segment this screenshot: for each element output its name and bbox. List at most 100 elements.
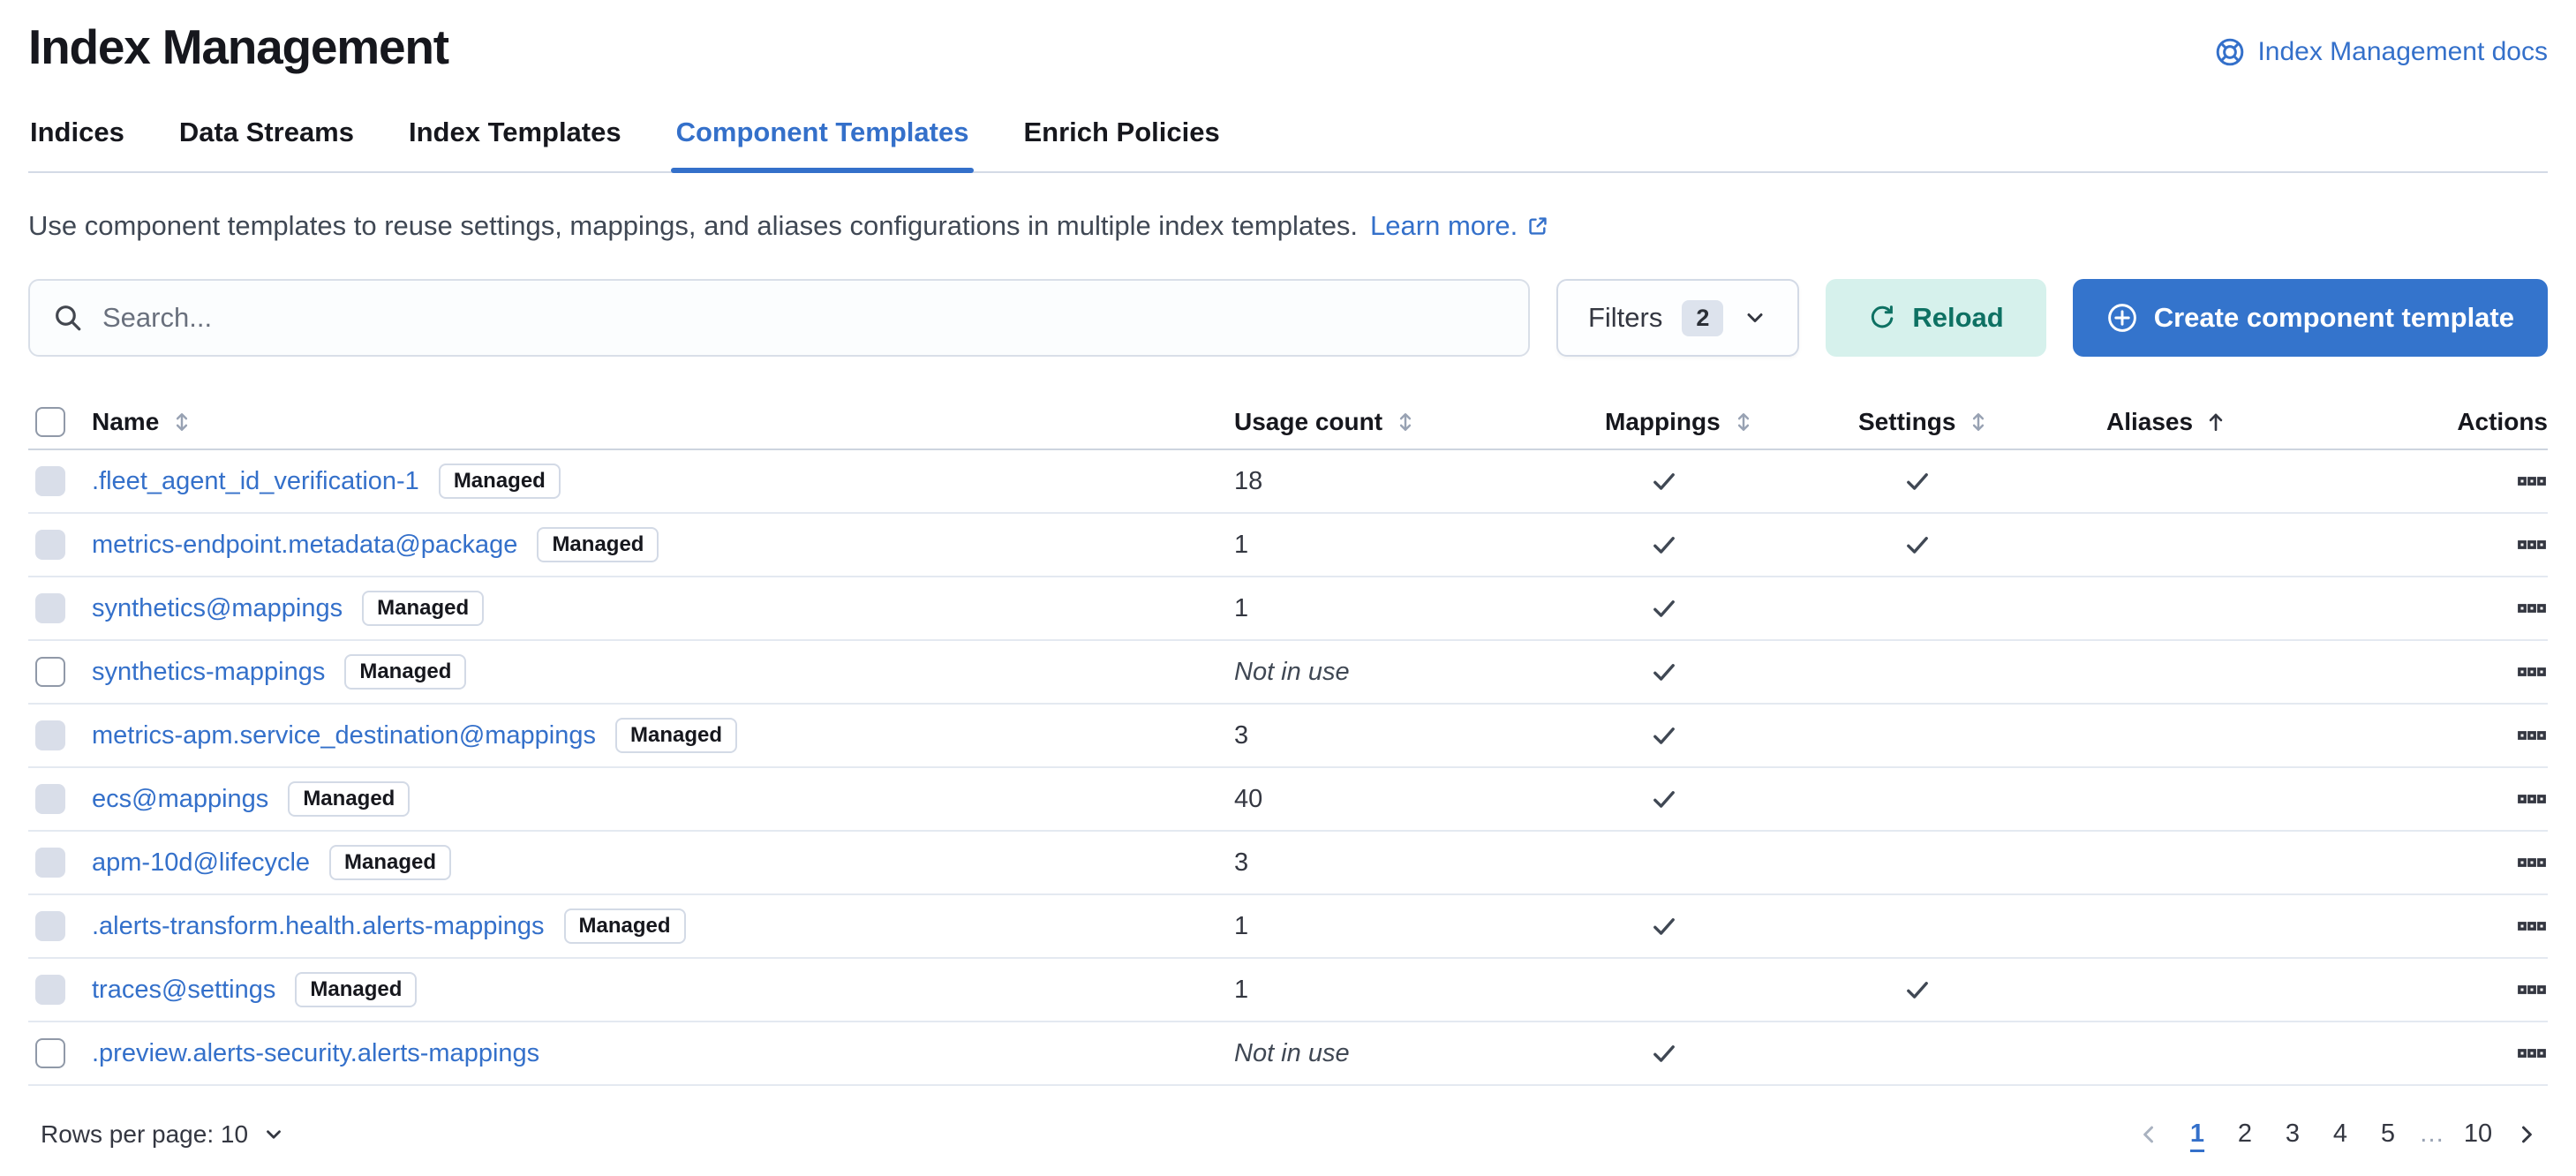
tab-component-templates[interactable]: Component Templates	[674, 101, 971, 171]
row-actions-button[interactable]	[2518, 594, 2546, 622]
column-label: Settings	[1858, 408, 1955, 436]
check-icon	[1902, 530, 1932, 560]
tab-enrich-policies[interactable]: Enrich Policies	[1021, 101, 1221, 171]
row-actions-button[interactable]	[2518, 658, 2546, 686]
reload-label: Reload	[1912, 302, 2003, 334]
template-name-link[interactable]: synthetics@mappings	[92, 594, 343, 623]
tab-data-streams[interactable]: Data Streams	[177, 101, 356, 171]
row-actions-button[interactable]	[2518, 721, 2546, 750]
rows-per-page-label: Rows per page: 10	[41, 1120, 248, 1149]
template-name-link[interactable]: metrics-apm.service_destination@mappings	[92, 721, 596, 750]
column-label: Usage count	[1234, 408, 1382, 436]
page-button-3[interactable]: 3	[2272, 1112, 2313, 1156]
row-actions-button[interactable]	[2518, 1039, 2546, 1067]
managed-badge: Managed	[439, 464, 561, 499]
row-actions-button[interactable]	[2518, 531, 2546, 559]
settings-cell	[1858, 975, 2106, 1005]
row-checkbox	[35, 530, 65, 560]
check-icon	[1649, 911, 1679, 941]
learn-more-link[interactable]: Learn more.	[1370, 210, 1549, 242]
filters-button[interactable]: Filters 2	[1556, 279, 1799, 357]
learn-more-label: Learn more.	[1370, 210, 1518, 242]
select-all-checkbox[interactable]	[35, 407, 65, 437]
tab-index-templates[interactable]: Index Templates	[407, 101, 623, 171]
page-title: Index Management	[28, 18, 448, 76]
next-page-chevron-icon[interactable]	[2505, 1117, 2548, 1152]
chevron-down-icon	[262, 1123, 285, 1146]
pagination: 12345…10	[2128, 1112, 2548, 1156]
mappings-cell	[1605, 720, 1858, 750]
page-button-1[interactable]: 1	[2177, 1112, 2218, 1156]
row-actions-button[interactable]	[2518, 912, 2546, 940]
template-name-link[interactable]: .fleet_agent_id_verification-1	[92, 467, 419, 496]
page-button-4[interactable]: 4	[2320, 1112, 2361, 1156]
usage-count-value: 1	[1234, 531, 1248, 559]
template-name-link[interactable]: metrics-endpoint.metadata@package	[92, 531, 517, 560]
page-button-10[interactable]: 10	[2458, 1112, 2498, 1156]
sort-ascending-icon	[2203, 410, 2228, 434]
page-description: Use component templates to reuse setting…	[28, 210, 2548, 242]
mappings-cell	[1605, 911, 1858, 941]
column-header-settings[interactable]: Settings	[1858, 408, 2106, 436]
row-actions-button[interactable]	[2518, 976, 2546, 1004]
column-header-aliases[interactable]: Aliases	[2106, 408, 2331, 436]
reload-button[interactable]: Reload	[1826, 279, 2045, 357]
docs-link[interactable]: Index Management docs	[2215, 37, 2548, 67]
boxes-horizontal-icon	[2518, 848, 2546, 877]
column-header-mappings[interactable]: Mappings	[1605, 408, 1858, 436]
managed-badge: Managed	[564, 908, 686, 944]
template-name-link[interactable]: traces@settings	[92, 976, 275, 1005]
usage-count-value: 1	[1234, 912, 1248, 940]
usage-count-value: Not in use	[1234, 1039, 1350, 1067]
refresh-icon	[1868, 304, 1896, 332]
column-header-usage-count[interactable]: Usage count	[1234, 408, 1605, 436]
table-row: metrics-endpoint.metadata@package Manage…	[28, 514, 2548, 577]
boxes-horizontal-icon	[2518, 976, 2546, 1004]
template-name-link[interactable]: ecs@mappings	[92, 785, 268, 814]
check-icon	[1902, 975, 1932, 1005]
boxes-horizontal-icon	[2518, 658, 2546, 686]
usage-count-value: 1	[1234, 594, 1248, 622]
check-icon	[1649, 593, 1679, 623]
boxes-horizontal-icon	[2518, 785, 2546, 813]
template-name-link[interactable]: .preview.alerts-security.alerts-mappings	[92, 1039, 539, 1068]
table-row: ecs@mappings Managed 40	[28, 768, 2548, 832]
boxes-horizontal-icon	[2518, 1039, 2546, 1067]
sort-updown-icon	[169, 410, 194, 434]
page-button-5[interactable]: 5	[2368, 1112, 2408, 1156]
check-icon	[1649, 466, 1679, 496]
column-header-name[interactable]: Name	[92, 408, 1234, 436]
filters-label: Filters	[1588, 302, 1662, 334]
column-label: Actions	[2457, 408, 2548, 436]
template-name-link[interactable]: .alerts-transform.health.alerts-mappings	[92, 912, 545, 941]
mappings-cell	[1605, 466, 1858, 496]
search-icon	[53, 303, 83, 333]
row-checkbox[interactable]	[35, 1038, 65, 1068]
column-label: Name	[92, 408, 159, 436]
table-row: .alerts-transform.health.alerts-mappings…	[28, 895, 2548, 959]
search-input[interactable]	[102, 302, 1505, 334]
rows-per-page-selector[interactable]: Rows per page: 10	[41, 1120, 285, 1149]
page-button-2[interactable]: 2	[2225, 1112, 2265, 1156]
column-label: Aliases	[2106, 408, 2193, 436]
row-checkbox[interactable]	[35, 657, 65, 687]
create-component-template-button[interactable]: Create component template	[2073, 279, 2548, 357]
external-link-icon	[1526, 215, 1549, 237]
row-actions-button[interactable]	[2518, 785, 2546, 813]
row-actions-button[interactable]	[2518, 848, 2546, 877]
table-row: synthetics-mappings Managed Not in use	[28, 641, 2548, 705]
search-box	[28, 279, 1530, 357]
table-row: traces@settings Managed 1	[28, 959, 2548, 1022]
mappings-cell	[1605, 784, 1858, 814]
managed-badge: Managed	[362, 591, 484, 626]
help-ring-icon	[2215, 37, 2245, 67]
tab-indices[interactable]: Indices	[28, 101, 126, 171]
settings-cell	[1858, 466, 2106, 496]
row-checkbox	[35, 593, 65, 623]
template-name-link[interactable]: synthetics-mappings	[92, 658, 325, 687]
toolbar: Filters 2 Reload	[28, 279, 2548, 357]
row-checkbox	[35, 466, 65, 496]
template-name-link[interactable]: apm-10d@lifecycle	[92, 848, 310, 878]
row-actions-button[interactable]	[2518, 467, 2546, 495]
column-header-actions: Actions	[2331, 408, 2548, 436]
